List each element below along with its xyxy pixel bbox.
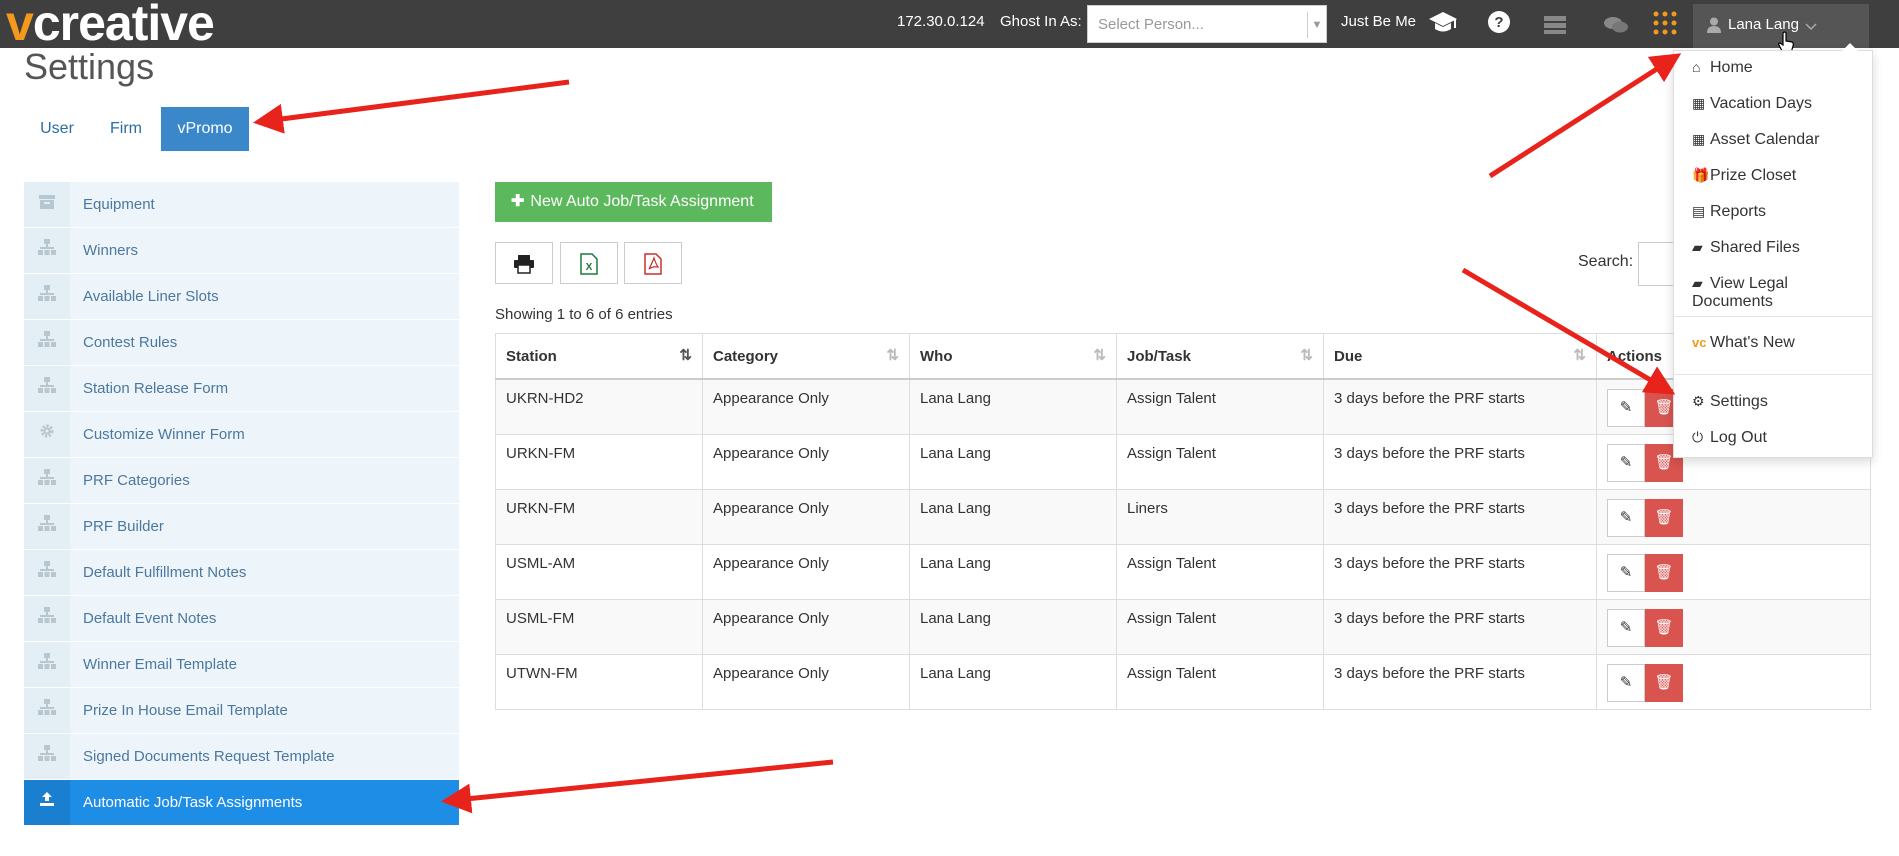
annotation-arrow-vpromo <box>253 79 570 134</box>
annotation-arrow-settings <box>1461 267 1676 395</box>
annotation-arrow-user-menu <box>1488 53 1682 179</box>
annotation-arrows <box>253 53 1682 814</box>
annotation-arrow-sidebar <box>441 759 834 814</box>
